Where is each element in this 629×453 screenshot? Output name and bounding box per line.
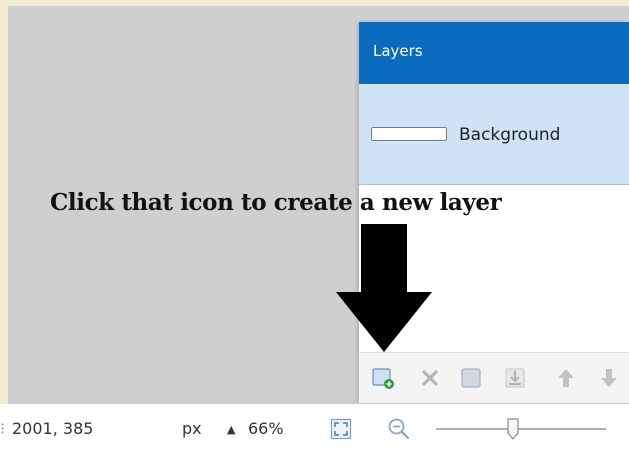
instruction-text: Click that icon to create a new layer [50, 189, 502, 216]
zoom-slider-thumb[interactable] [506, 417, 520, 441]
cursor-coordinates: 2001, 385 [12, 419, 94, 438]
delete-layer-icon[interactable] [418, 366, 442, 390]
layers-panel-titlebar[interactable]: Layers [359, 22, 629, 84]
zoom-slider-track[interactable] [436, 428, 606, 430]
duplicate-layer-icon[interactable] [459, 366, 483, 390]
layer-name: Background [459, 125, 561, 145]
layers-toolbar [359, 352, 629, 403]
move-layer-down-icon[interactable] [597, 366, 621, 390]
units-dropdown-icon[interactable]: ▲ [227, 423, 235, 436]
move-layer-up-icon[interactable] [554, 366, 578, 390]
zoom-level[interactable]: 66% [248, 419, 284, 438]
zoom-out-icon[interactable] [387, 417, 411, 441]
status-bar: ⁝ 2001, 385 px ▲ 66% [0, 404, 629, 453]
merge-layer-down-icon[interactable] [503, 366, 527, 390]
layer-thumbnail [371, 127, 447, 141]
layers-panel-title: Layers [373, 42, 423, 60]
layer-row-background[interactable]: Background [359, 84, 629, 185]
zoom-to-window-icon[interactable] [330, 418, 352, 440]
units-selector[interactable]: px [182, 419, 202, 438]
cursor-position-icon: ⁝ [0, 419, 6, 438]
down-arrow-icon [336, 224, 432, 352]
add-layer-icon[interactable] [371, 366, 395, 390]
